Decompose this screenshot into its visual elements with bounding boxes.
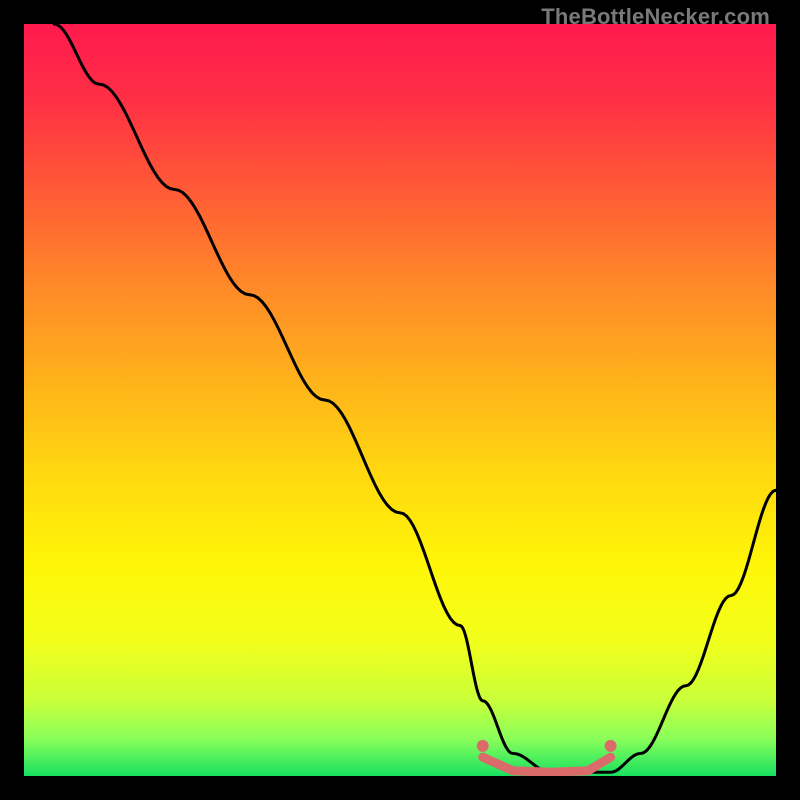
flat-zone-highlight (483, 757, 611, 772)
chart-frame: TheBottleNecker.com (0, 0, 800, 800)
highlight-end-dot (477, 740, 489, 752)
plot-area (24, 24, 776, 776)
chart-lines (24, 24, 776, 776)
highlight-end-dot (605, 740, 617, 752)
bottleneck-curve (54, 24, 776, 772)
watermark-text: TheBottleNecker.com (541, 4, 770, 30)
